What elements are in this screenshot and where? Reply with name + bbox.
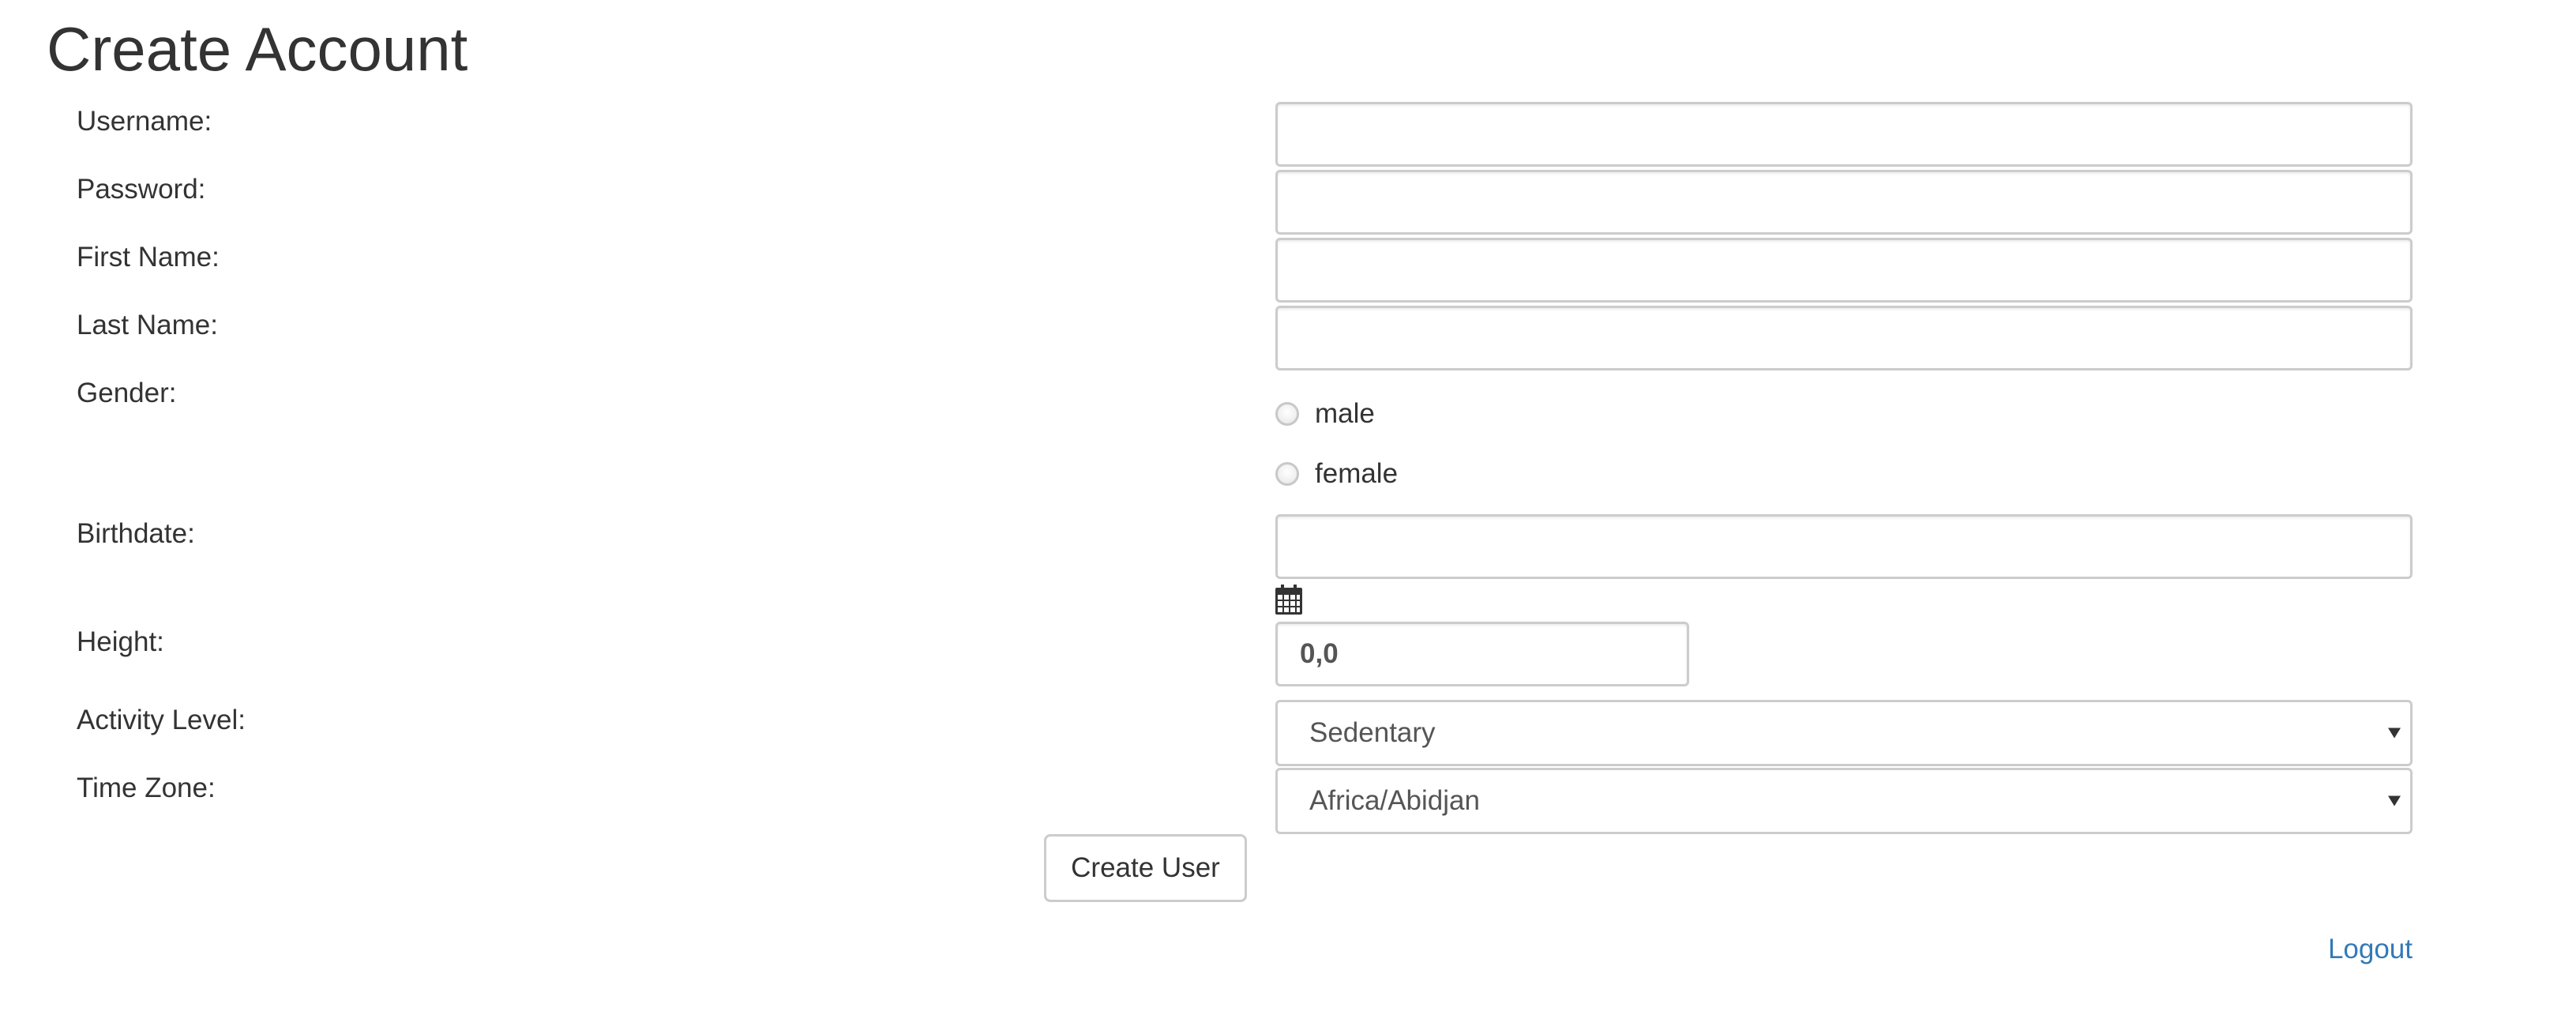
gender-option-female[interactable]: female	[1275, 457, 1398, 491]
time-zone-label: Time Zone:	[77, 773, 216, 803]
gender-radio-female[interactable]	[1275, 462, 1299, 486]
username-label: Username:	[77, 106, 212, 137]
last-name-label: Last Name:	[77, 310, 218, 340]
calendar-icon[interactable]	[1275, 585, 1302, 615]
activity-level-value: Sedentary	[1309, 717, 1436, 748]
chevron-down-icon	[2388, 728, 2401, 739]
password-input[interactable]	[1275, 170, 2413, 235]
last-name-input[interactable]	[1275, 306, 2413, 370]
gender-female-label: female	[1315, 458, 1399, 489]
page-title: Create Account	[47, 14, 468, 84]
activity-level-label: Activity Level:	[77, 705, 246, 735]
create-user-button[interactable]: Create User	[1044, 834, 1247, 902]
height-label: Height:	[77, 626, 164, 657]
time-zone-value: Africa/Abidjan	[1309, 785, 1480, 816]
birthdate-label: Birthdate:	[77, 518, 195, 549]
gender-radio-male[interactable]	[1275, 402, 1299, 426]
gender-male-label: male	[1315, 398, 1375, 429]
birthdate-input[interactable]	[1275, 514, 2413, 579]
username-input[interactable]	[1275, 102, 2413, 167]
password-label: Password:	[77, 174, 206, 205]
first-name-label: First Name:	[77, 242, 220, 273]
chevron-down-icon	[2388, 795, 2401, 807]
activity-level-select[interactable]: Sedentary	[1275, 700, 2413, 766]
gender-option-male[interactable]: male	[1275, 397, 1375, 431]
height-input[interactable]	[1275, 622, 1689, 686]
time-zone-select[interactable]: Africa/Abidjan	[1275, 768, 2413, 834]
first-name-input[interactable]	[1275, 238, 2413, 303]
gender-label: Gender:	[77, 378, 177, 408]
logout-link[interactable]: Logout	[2328, 932, 2413, 967]
